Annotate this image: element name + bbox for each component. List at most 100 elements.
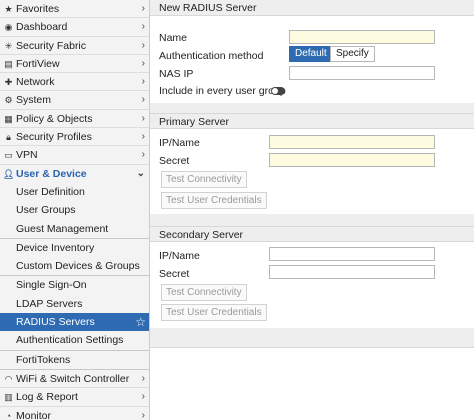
nav-label: Security Profiles: [16, 131, 92, 144]
secondary-test-credentials-button[interactable]: Test User Credentials: [161, 304, 267, 321]
nav-label: Monitor: [16, 409, 52, 420]
divider: [150, 103, 474, 113]
primary-test-connectivity-button[interactable]: Test Connectivity: [161, 171, 247, 188]
nav-label: Favorites: [16, 3, 60, 15]
chevron-right-icon: ›: [141, 372, 145, 384]
dashboard-icon: ◉: [4, 22, 13, 33]
lock-icon: 🔒︎: [6, 132, 11, 143]
nav-network[interactable]: ✚ Network ›: [0, 73, 149, 92]
primary-test-credentials-button[interactable]: Test User Credentials: [161, 192, 267, 209]
nav-label: Security Fabric: [16, 39, 87, 52]
chevron-right-icon: ›: [141, 21, 145, 33]
nav-label: WiFi & Switch Controller: [16, 372, 130, 385]
nav-label: LDAP Servers: [16, 297, 83, 310]
nas-ip-label: NAS IP: [159, 68, 194, 80]
page-title: New RADIUS Server: [150, 0, 474, 16]
monitor-icon: ◔: [5, 410, 12, 420]
chevron-right-icon: ›: [141, 149, 145, 161]
nav-single-sign-on[interactable]: Single Sign-On: [0, 276, 149, 294]
chevron-right-icon: ›: [141, 131, 145, 143]
nav-label: VPN: [16, 149, 38, 162]
nav-label: User & Device: [16, 167, 87, 180]
favorite-star-icon[interactable]: ☆: [135, 313, 146, 331]
star-icon: ★: [4, 4, 13, 14]
chevron-right-icon: ›: [141, 94, 145, 106]
chevron-right-icon: ›: [141, 39, 145, 51]
nav-label: FortiView: [16, 57, 60, 70]
nav-label: Policy & Objects: [16, 112, 93, 125]
nav-system[interactable]: ⚙ System ›: [0, 91, 149, 110]
nav-vpn[interactable]: ▭ VPN ›: [0, 146, 149, 165]
auth-method-label: Authentication method: [159, 50, 264, 62]
nav-label: Dashboard: [16, 21, 68, 34]
user-icon: 👤︎: [3, 168, 15, 179]
name-label: Name: [159, 32, 188, 44]
secondary-server-header: Secondary Server: [150, 226, 474, 242]
nav-ldap-servers[interactable]: LDAP Servers: [0, 295, 149, 313]
nav-fortiview[interactable]: ▤ FortiView ›: [0, 55, 149, 74]
nav-user-device[interactable]: 👤︎ User & Device ⌄: [0, 164, 149, 183]
nav-guest-management[interactable]: Guest Management: [0, 220, 149, 238]
chart-icon: ▥: [4, 392, 13, 403]
secondary-secret-input[interactable]: [269, 265, 435, 279]
nav-user-definition[interactable]: User Definition: [0, 183, 149, 201]
nav-label: Network: [16, 76, 55, 89]
nav-label: Single Sign-On: [16, 279, 87, 292]
footer-bar: [150, 328, 474, 348]
chart-icon: ▤: [4, 58, 13, 69]
nav-label: Custom Devices & Groups: [16, 260, 140, 273]
monitor-icon: ▭: [4, 150, 13, 161]
nav-dashboard[interactable]: ◉ Dashboard ›: [0, 18, 149, 37]
nav-authentication-settings[interactable]: Authentication Settings: [0, 331, 149, 349]
sidebar: ★ Favorites › ◉ Dashboard › ✳ Security Fabric…: [0, 0, 150, 420]
nav-custom-devices-groups[interactable]: Custom Devices & Groups: [0, 257, 149, 275]
nav-radius-servers[interactable]: RADIUS Servers ☆: [0, 313, 149, 332]
primary-ip-input[interactable]: [269, 135, 435, 149]
divider: [150, 214, 474, 226]
nav-label: Device Inventory: [16, 241, 95, 254]
nav-favorites[interactable]: ★ Favorites ›: [0, 0, 149, 19]
nav-policy-objects[interactable]: ▦ Policy & Objects ›: [0, 110, 149, 129]
gear-icon: ⚙: [4, 95, 13, 106]
nav-security-profiles[interactable]: 🔒︎ Security Profiles ›: [0, 128, 149, 147]
secondary-test-connectivity-button[interactable]: Test Connectivity: [161, 284, 247, 301]
chevron-right-icon: ›: [141, 57, 145, 69]
nav-user-groups[interactable]: User Groups: [0, 201, 149, 219]
chevron-right-icon: ›: [141, 76, 145, 88]
primary-ip-label: IP/Name: [159, 137, 200, 149]
fabric-icon: ✳: [4, 40, 13, 51]
nav-label: User Groups: [16, 204, 76, 217]
nav-device-inventory[interactable]: Device Inventory: [0, 239, 149, 257]
primary-secret-label: Secret: [159, 155, 190, 167]
nav-wifi-switch-controller[interactable]: ◠ WiFi & Switch Controller ›: [0, 370, 149, 389]
nav-fortitokens[interactable]: FortiTokens: [0, 351, 149, 369]
chevron-right-icon: ›: [141, 409, 145, 420]
primary-server-header: Primary Server: [150, 113, 474, 129]
nav-security-fabric[interactable]: ✳ Security Fabric ›: [0, 37, 149, 55]
nav-label: Authentication Settings: [16, 334, 124, 347]
chevron-down-icon: ⌄: [136, 167, 145, 179]
secondary-ip-label: IP/Name: [159, 250, 200, 262]
secondary-ip-input[interactable]: [269, 247, 435, 261]
policy-icon: ▦: [4, 113, 13, 124]
secondary-secret-label: Secret: [159, 268, 190, 280]
chevron-right-icon: ›: [141, 112, 145, 124]
nav-label: System: [16, 94, 52, 107]
nav-label: Guest Management: [16, 222, 109, 235]
nav-label: User Definition: [16, 185, 85, 198]
auth-default-button[interactable]: Default: [289, 46, 333, 62]
chevron-right-icon: ›: [141, 3, 145, 14]
primary-secret-input[interactable]: [269, 153, 435, 167]
network-icon: ✚: [4, 77, 13, 88]
nas-ip-input[interactable]: [289, 66, 435, 80]
nav-label: Log & Report: [16, 391, 78, 404]
wifi-icon: ◠: [4, 373, 13, 384]
nav-monitor[interactable]: ◔ Monitor ›: [0, 407, 149, 420]
nav-label: RADIUS Servers: [16, 316, 95, 329]
nav-log-report[interactable]: ▥ Log & Report ›: [0, 388, 149, 407]
nav-label: FortiTokens: [16, 353, 71, 366]
name-input[interactable]: [289, 30, 435, 44]
include-user-group-toggle[interactable]: [271, 87, 285, 95]
auth-specify-button[interactable]: Specify: [330, 46, 375, 62]
chevron-right-icon: ›: [141, 391, 145, 403]
